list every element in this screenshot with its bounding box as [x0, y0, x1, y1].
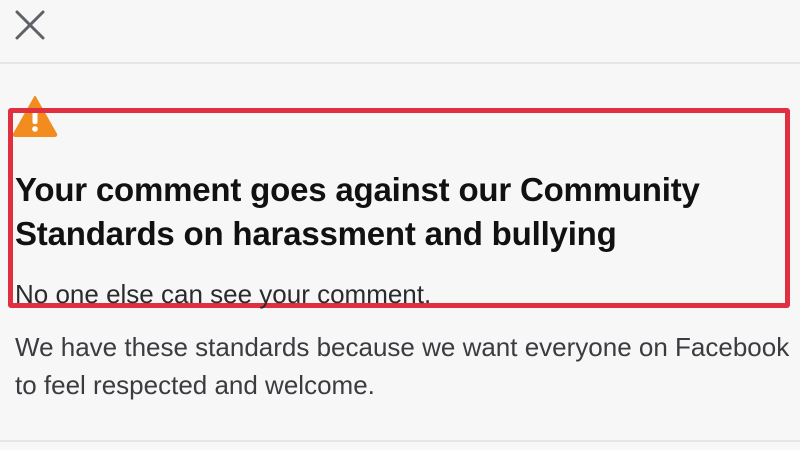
dialog-header	[0, 0, 800, 62]
page-title: Your comment goes against our Community …	[15, 171, 700, 252]
warning-triangle-icon	[12, 96, 58, 137]
visibility-notice: No one else can see your comment.	[15, 279, 432, 309]
close-icon	[15, 10, 45, 40]
close-button[interactable]	[14, 6, 48, 40]
footer-divider	[0, 440, 800, 442]
header-divider	[0, 62, 800, 64]
standards-explanation: We have these standards because we want …	[15, 332, 790, 400]
